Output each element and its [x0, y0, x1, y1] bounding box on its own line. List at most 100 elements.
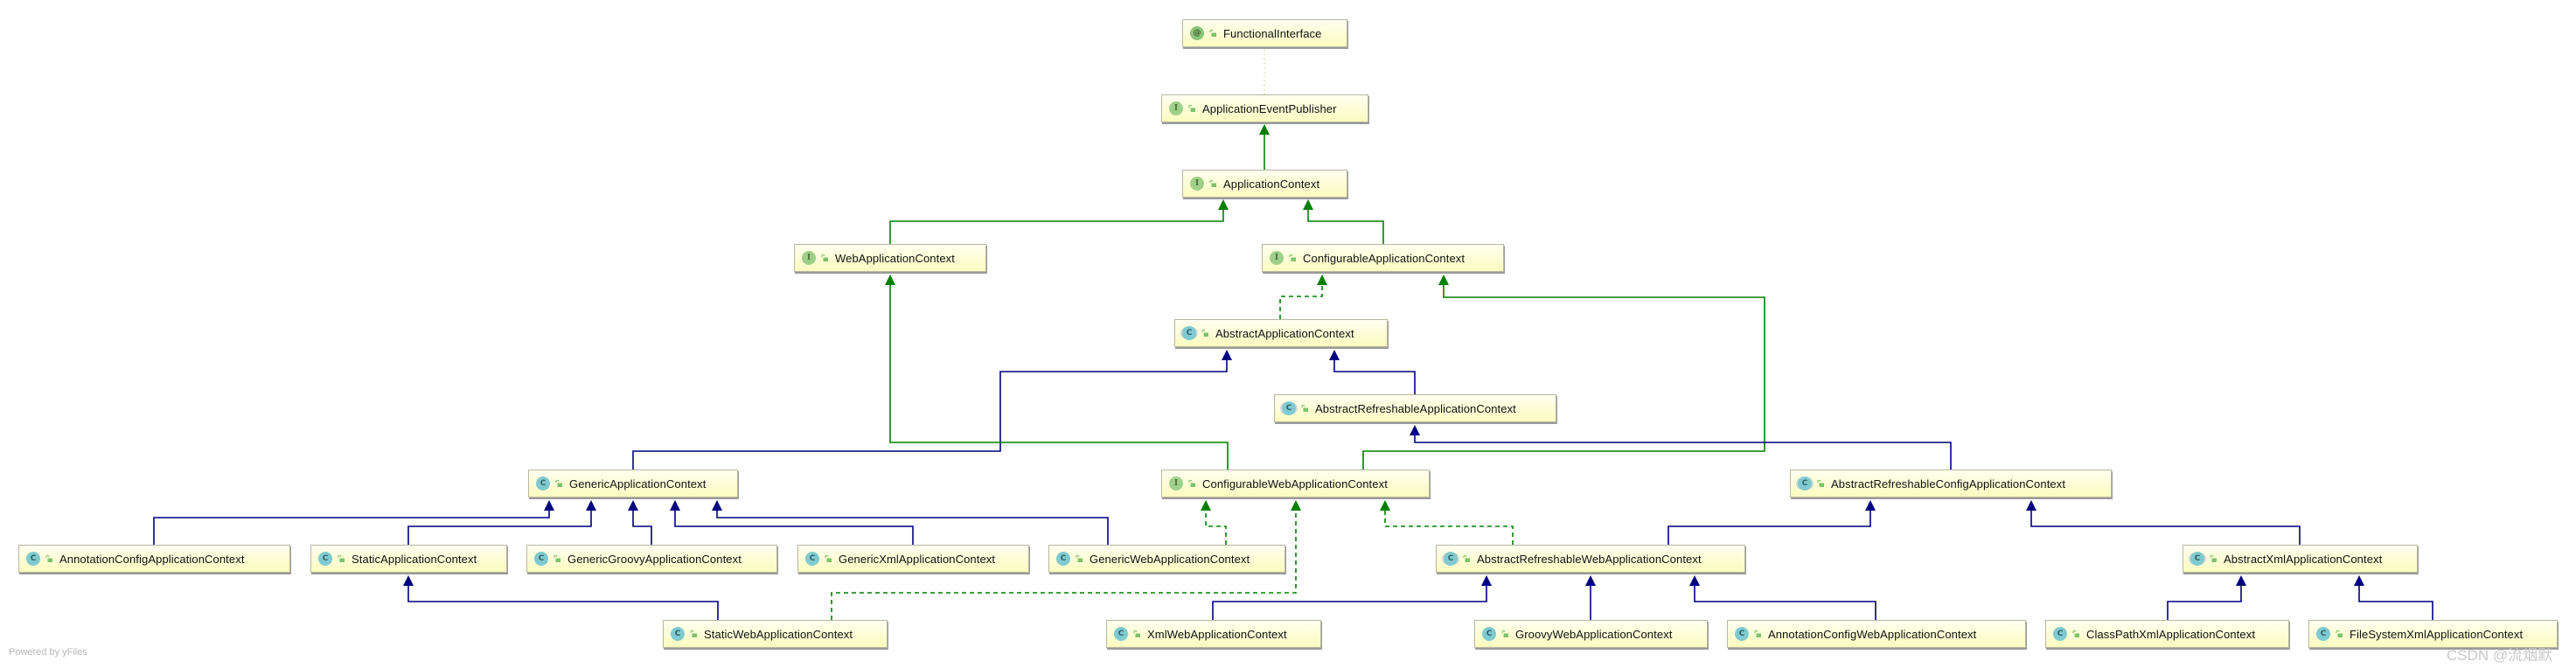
arrowhead-icon	[1438, 275, 1449, 285]
node-annotation-config-web-application-context[interactable]: C AnnotationConfigWebApplicationContext	[1727, 620, 2026, 648]
node-generic-xml-application-context[interactable]: C GenericXmlApplicationContext	[797, 545, 1029, 573]
public-lock-icon	[1289, 254, 1296, 261]
arrowhead-icon	[1317, 275, 1327, 285]
node-label: AbstractRefreshableWebApplicationContext	[1477, 552, 1702, 566]
edge-line	[1333, 359, 1416, 394]
arrowhead-icon	[1201, 500, 1211, 511]
edge-line	[407, 585, 719, 620]
interface-icon: I	[1190, 177, 1204, 191]
node-abstract-refreshable-application-context[interactable]: C AbstractRefreshableApplicationContext	[1274, 394, 1556, 422]
edge-line	[1212, 585, 1487, 620]
edge-extends	[1585, 575, 1596, 620]
node-configurable-application-context[interactable]: I ConfigurableApplicationContext	[1262, 244, 1504, 272]
class-icon: C	[2316, 627, 2330, 641]
public-lock-icon	[555, 479, 562, 487]
edge-line	[1414, 435, 1952, 470]
edge-line	[889, 209, 1224, 244]
class-icon: C	[2053, 627, 2067, 641]
arrowhead-icon	[586, 500, 596, 511]
node-abstract-refreshable-config-application-context[interactable]: C AbstractRefreshableConfigApplicationCo…	[1790, 470, 2112, 498]
edge-line	[674, 510, 914, 545]
arrowhead-icon	[1291, 500, 1301, 511]
node-application-event-publisher[interactable]: I ApplicationEventPublisher	[1161, 94, 1368, 122]
arrowhead-icon	[1259, 124, 1270, 135]
edge-extends	[407, 500, 596, 545]
node-annotation-config-application-context[interactable]: C AnnotationConfigApplicationContext	[18, 545, 290, 573]
class-icon: C	[1114, 627, 1128, 641]
node-label: FunctionalInterface	[1223, 26, 1322, 40]
public-lock-icon	[1501, 630, 1508, 637]
abstract-class-icon: C	[2190, 552, 2204, 566]
node-groovy-web-application-context[interactable]: C GroovyWebApplicationContext	[1474, 620, 1708, 648]
interface-icon: I	[1169, 477, 1183, 491]
edge-line	[407, 510, 592, 545]
edge-implements	[1279, 275, 1327, 319]
public-lock-icon	[1817, 479, 1824, 487]
node-class-path-xml-application-context[interactable]: C ClassPathXmlApplicationContext	[2045, 620, 2289, 648]
node-static-application-context[interactable]: C StaticApplicationContext	[310, 545, 507, 573]
public-lock-icon	[825, 554, 832, 562]
node-label: AbstractXmlApplicationContext	[2224, 552, 2383, 566]
edge-interface-extends	[1362, 275, 1765, 470]
edge-line	[2358, 585, 2433, 620]
node-label: XmlWebApplicationContext	[1147, 627, 1287, 641]
node-label: GroovyWebApplicationContext	[1515, 627, 1673, 641]
public-lock-icon	[1463, 554, 1470, 562]
node-label: WebApplicationContext	[835, 251, 955, 265]
node-label: AnnotationConfigApplicationContext	[59, 552, 245, 566]
node-static-web-application-context[interactable]: C StaticWebApplicationContext	[663, 620, 888, 648]
edge-extends	[628, 500, 652, 545]
node-web-application-context[interactable]: I WebApplicationContext	[794, 244, 986, 272]
edge-line	[2030, 510, 2301, 545]
node-label: StaticWebApplicationContext	[704, 627, 853, 641]
arrowhead-icon	[712, 500, 722, 511]
node-generic-web-application-context[interactable]: C GenericWebApplicationContext	[1048, 545, 1285, 573]
edge-line	[1205, 510, 1227, 545]
node-label: GenericWebApplicationContext	[1090, 552, 1250, 566]
edge-line	[632, 510, 652, 545]
node-label: ClassPathXmlApplicationContext	[2086, 627, 2256, 641]
public-lock-icon	[690, 630, 697, 637]
node-generic-groovy-application-context[interactable]: C GenericGroovyApplicationContext	[526, 545, 777, 573]
public-lock-icon	[1301, 404, 1308, 412]
arrowhead-icon	[2236, 575, 2246, 586]
node-abstract-xml-application-context[interactable]: C AbstractXmlApplicationContext	[2183, 545, 2418, 573]
node-generic-application-context[interactable]: C GenericApplicationContext	[528, 470, 738, 498]
public-lock-icon	[1076, 554, 1083, 562]
public-lock-icon	[1209, 29, 1216, 37]
node-label: AbstractRefreshableApplicationContext	[1315, 401, 1516, 415]
node-label: FileSystemXmlApplicationContext	[2350, 627, 2524, 641]
node-application-context[interactable]: I ApplicationContext	[1182, 170, 1347, 198]
arrowhead-icon	[885, 275, 895, 285]
public-lock-icon	[553, 554, 560, 562]
edge-line	[153, 510, 550, 545]
node-functional-interface[interactable]: @ FunctionalInterface	[1182, 19, 1347, 47]
node-label: ApplicationContext	[1223, 177, 1320, 191]
edge-line	[1384, 510, 1514, 545]
class-icon: C	[534, 552, 548, 566]
powered-by-label: Powered by yFiles	[9, 647, 87, 658]
edge-extends	[153, 500, 554, 545]
node-abstract-application-context[interactable]: C AbstractApplicationContext	[1174, 319, 1388, 347]
edge-extends	[403, 575, 719, 620]
arrowhead-icon	[1585, 575, 1596, 586]
arrowhead-icon	[670, 500, 680, 511]
node-abstract-refreshable-web-application-context[interactable]: C AbstractRefreshableWebApplicationConte…	[1436, 545, 1745, 573]
arrowhead-icon	[1222, 350, 1232, 360]
node-label: AbstractRefreshableConfigApplicationCont…	[1831, 477, 2066, 491]
public-lock-icon	[1209, 179, 1216, 187]
class-icon: C	[26, 552, 40, 566]
class-icon: C	[805, 552, 819, 566]
class-icon: C	[671, 627, 685, 641]
edge-extends	[1667, 500, 1876, 545]
node-xml-web-application-context[interactable]: C XmlWebApplicationContext	[1106, 620, 1321, 648]
abstract-class-icon: C	[1282, 401, 1296, 415]
arrowhead-icon	[1865, 500, 1876, 511]
arrowhead-icon	[1689, 575, 1700, 586]
node-label: AbstractApplicationContext	[1215, 326, 1354, 340]
public-lock-icon	[2072, 630, 2079, 637]
edge-interface-extends	[1303, 199, 1384, 244]
edge-interface-extends	[889, 199, 1229, 244]
edge-line	[1307, 209, 1384, 244]
node-configurable-web-application-context[interactable]: I ConfigurableWebApplicationContext	[1161, 470, 1430, 498]
